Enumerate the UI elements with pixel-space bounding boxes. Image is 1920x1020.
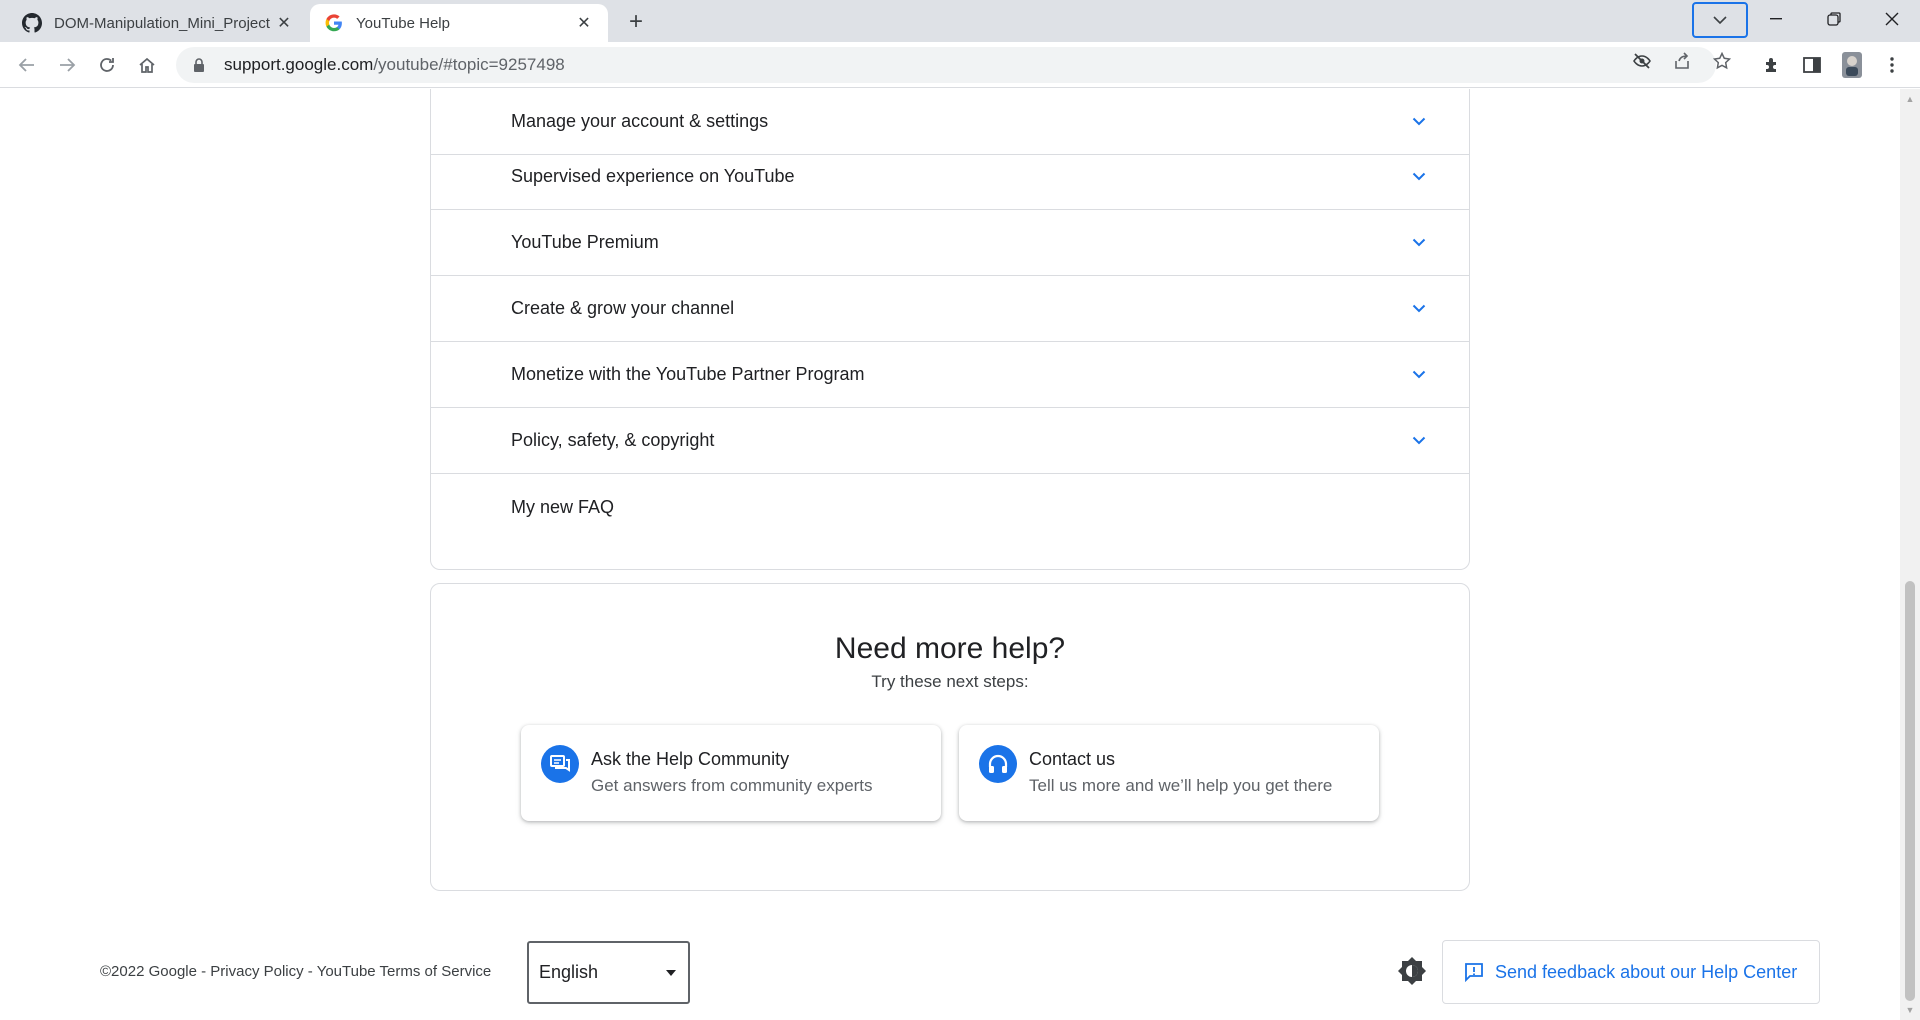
topic-row[interactable]: My new FAQ bbox=[431, 474, 1469, 540]
lock-icon[interactable] bbox=[190, 56, 208, 74]
share-icon[interactable] bbox=[1672, 51, 1692, 71]
reload-button[interactable] bbox=[92, 50, 122, 80]
contact-us-option[interactable]: Contact us Tell us more and we’ll help y… bbox=[959, 725, 1379, 821]
option-description: Get answers from community experts bbox=[591, 776, 873, 795]
chevron-down-icon[interactable] bbox=[1409, 431, 1429, 451]
forward-button[interactable] bbox=[52, 50, 82, 80]
brightness-icon bbox=[1398, 957, 1426, 985]
scroll-up-arrow-icon[interactable]: ▲ bbox=[1900, 91, 1920, 107]
option-title: Contact us bbox=[1029, 749, 1116, 769]
scroll-down-arrow-icon[interactable]: ▼ bbox=[1900, 1002, 1920, 1018]
tab-title: YouTube Help bbox=[356, 14, 450, 32]
forum-icon bbox=[541, 745, 579, 783]
topic-label: Monetize with the YouTube Partner Progra… bbox=[511, 364, 865, 384]
help-title: Need more help? bbox=[834, 632, 1066, 665]
url-path: /youtube/#topic=9257498 bbox=[373, 55, 565, 74]
headset-icon bbox=[979, 745, 1017, 783]
restore-icon bbox=[1827, 12, 1841, 26]
extensions-button[interactable] bbox=[1757, 50, 1787, 80]
menu-button[interactable] bbox=[1877, 50, 1907, 80]
ask-community-option[interactable]: Ask the Help Community Get answers from … bbox=[521, 725, 941, 821]
topic-label: Create & grow your channel bbox=[511, 298, 735, 318]
topic-label: YouTube Premium bbox=[511, 232, 659, 252]
scrollbar-thumb[interactable] bbox=[1905, 581, 1915, 1001]
topic-list: Manage your account & settings Supervise… bbox=[430, 89, 1470, 570]
minimize-button[interactable] bbox=[1748, 0, 1804, 38]
send-feedback-button[interactable]: Send feedback about our Help Center bbox=[1442, 940, 1820, 1004]
topic-row[interactable]: Monetize with the YouTube Partner Progra… bbox=[431, 342, 1469, 408]
kebab-menu-icon bbox=[1890, 57, 1894, 73]
language-select[interactable]: English bbox=[527, 941, 690, 1004]
new-tab-button[interactable]: + bbox=[622, 8, 650, 36]
dropdown-arrow-icon bbox=[666, 970, 676, 976]
browser-toolbar: support.google.com/youtube/#topic=925749… bbox=[0, 42, 1920, 88]
feedback-icon bbox=[1463, 961, 1485, 983]
url-text: support.google.com/youtube/#topic=925749… bbox=[224, 55, 565, 75]
topic-row[interactable]: Create & grow your channel bbox=[431, 276, 1469, 342]
tab-title: DOM-Manipulation_Mini_Project bbox=[54, 14, 270, 32]
topic-label: Policy, safety, & copyright bbox=[511, 430, 715, 450]
minimize-icon bbox=[1770, 18, 1782, 20]
feedback-label: Send feedback about our Help Center bbox=[1495, 961, 1798, 982]
option-title: Ask the Help Community bbox=[591, 749, 790, 769]
close-tab-icon[interactable]: ✕ bbox=[274, 13, 294, 33]
footer-links[interactable]: ©2022 Google - Privacy Policy - YouTube … bbox=[100, 963, 491, 980]
forward-arrow-icon bbox=[60, 58, 76, 72]
need-more-help-card: Need more help? Try these next steps: As… bbox=[430, 583, 1470, 891]
chevron-down-icon[interactable] bbox=[1409, 167, 1429, 187]
chevron-down-icon[interactable] bbox=[1409, 365, 1429, 385]
profile-avatar[interactable] bbox=[1837, 50, 1867, 80]
browser-tabstrip: DOM-Manipulation_Mini_Project ✕ YouTube … bbox=[0, 0, 1920, 42]
restore-button[interactable] bbox=[1806, 0, 1862, 38]
tab-github[interactable]: DOM-Manipulation_Mini_Project ✕ bbox=[8, 4, 308, 42]
chevron-down-icon[interactable] bbox=[1409, 233, 1429, 253]
close-tab-icon[interactable]: ✕ bbox=[574, 13, 594, 33]
chevron-down-icon[interactable] bbox=[1409, 299, 1429, 319]
puzzle-icon bbox=[1766, 58, 1776, 72]
chevron-down-icon bbox=[1713, 16, 1727, 25]
tab-search-button[interactable] bbox=[1692, 2, 1748, 38]
home-icon bbox=[139, 57, 155, 73]
home-button[interactable] bbox=[132, 50, 162, 80]
dark-mode-toggle[interactable] bbox=[1396, 955, 1428, 987]
github-icon bbox=[22, 13, 42, 33]
back-button[interactable] bbox=[12, 50, 42, 80]
topic-label: My new FAQ bbox=[511, 496, 615, 517]
close-window-button[interactable] bbox=[1864, 0, 1920, 38]
help-subtitle: Try these next steps: bbox=[871, 672, 1029, 691]
option-description: Tell us more and we’ll help you get ther… bbox=[1029, 776, 1333, 795]
reload-icon bbox=[100, 58, 114, 72]
language-value: English bbox=[539, 962, 599, 982]
url-host: support.google.com bbox=[224, 55, 374, 74]
eye-off-icon[interactable] bbox=[1632, 51, 1652, 71]
topic-label: Supervised experience on YouTube bbox=[511, 166, 795, 186]
topic-label: Manage your account & settings bbox=[511, 111, 769, 131]
topic-row[interactable]: YouTube Premium bbox=[431, 210, 1469, 276]
chevron-down-icon[interactable] bbox=[1409, 112, 1429, 132]
back-arrow-icon bbox=[18, 58, 34, 72]
page-scrollbar[interactable]: ▲ ▼ bbox=[1900, 89, 1920, 1020]
address-bar[interactable]: support.google.com/youtube/#topic=925749… bbox=[176, 47, 1716, 83]
bookmark-star-icon[interactable] bbox=[1712, 51, 1732, 71]
topic-row[interactable]: Policy, safety, & copyright bbox=[431, 408, 1469, 474]
side-panel-icon bbox=[1803, 57, 1821, 73]
topic-row[interactable]: Supervised experience on YouTube bbox=[431, 144, 1469, 210]
close-icon bbox=[1885, 12, 1899, 26]
tab-youtube-help[interactable]: YouTube Help ✕ bbox=[310, 4, 608, 42]
google-icon bbox=[324, 13, 344, 33]
avatar bbox=[1842, 52, 1862, 78]
side-panel-button[interactable] bbox=[1797, 50, 1827, 80]
